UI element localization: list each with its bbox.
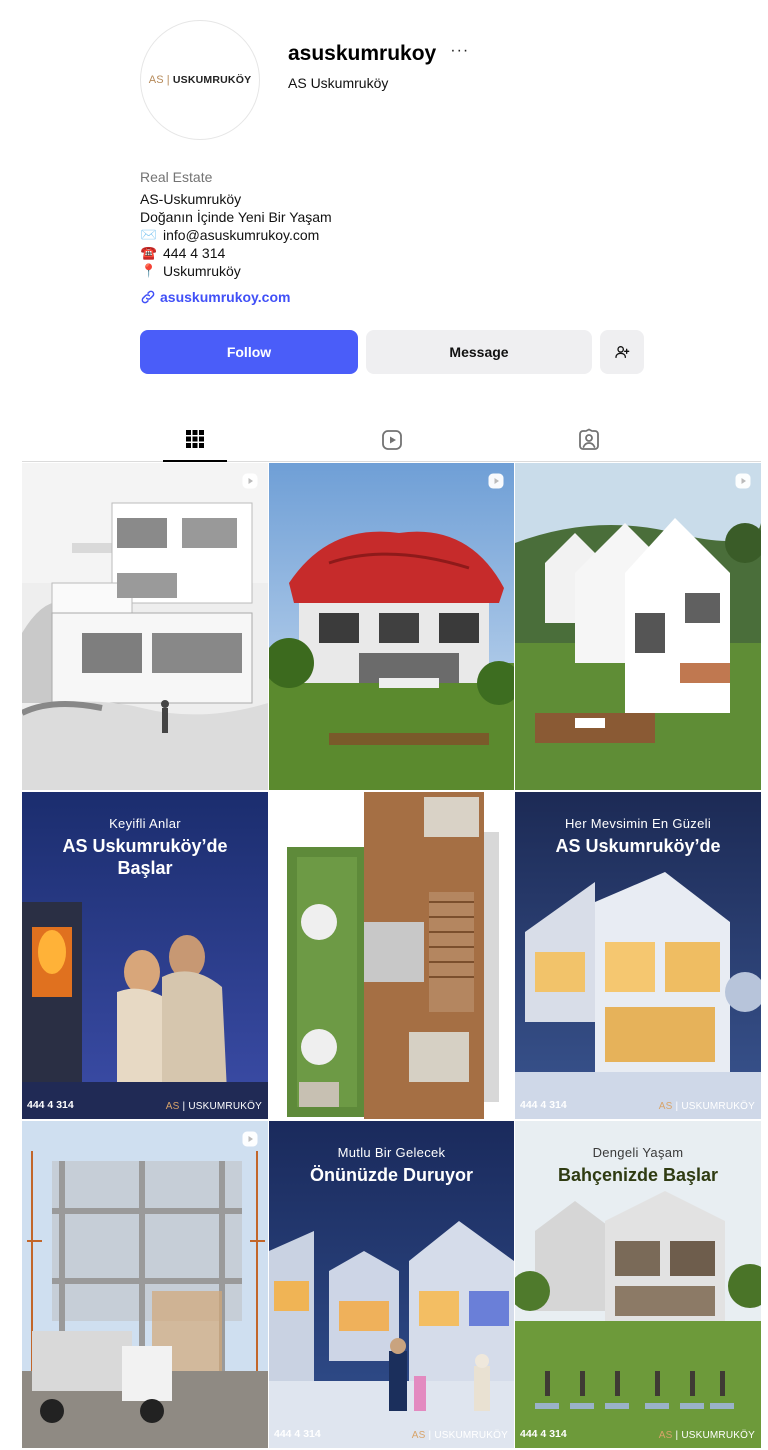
- caption-small: Dengeli Yaşam: [592, 1145, 684, 1160]
- reels-icon: [382, 430, 402, 450]
- envelope-icon: ✉️: [140, 227, 158, 242]
- brand-name: USKUMRUKÖY: [681, 1430, 755, 1441]
- post-grid: Keyifli Anlar AS Uskumruköy’de Başlar 44…: [22, 463, 761, 1448]
- brand-as: AS: [658, 1101, 673, 1112]
- add-person-icon: [615, 346, 630, 358]
- tab-reels[interactable]: [360, 418, 424, 462]
- brand-logo: AS | USKUMRUKÖY: [149, 74, 252, 86]
- message-button[interactable]: Message: [366, 330, 592, 374]
- full-name: AS Uskumruköy: [288, 75, 389, 91]
- bio-location: Uskumruköy: [163, 263, 241, 279]
- brand-as: AS: [165, 1101, 180, 1112]
- bio-website-link[interactable]: asuskumrukoy.com: [140, 288, 332, 306]
- post-brand: AS | USKUMRUKÖY: [658, 1101, 755, 1112]
- brand-as: AS: [658, 1430, 673, 1441]
- post-tile[interactable]: [269, 463, 514, 790]
- brand-as: AS: [411, 1430, 426, 1441]
- logo-name-text: USKUMRUKÖY: [172, 74, 252, 86]
- tab-posts[interactable]: [163, 418, 227, 462]
- post-image: [269, 463, 514, 790]
- post-tile[interactable]: [515, 463, 761, 790]
- username-row: asuskumrukoy ···: [288, 42, 469, 66]
- bio-email: info@asuskumrukoy.com: [163, 227, 320, 243]
- grid-icon: [186, 430, 204, 448]
- caption-title: AS Uskumruköy’de: [555, 836, 721, 856]
- logo-divider: |: [166, 74, 170, 86]
- bio-line-text: Doğanın İçinde Yeni Bir Yaşam: [140, 209, 332, 225]
- post-caption: Dengeli Yaşam Bahçenizde Başlar: [515, 1145, 761, 1186]
- bio-phone-line: ☎️ 444 4 314: [140, 244, 332, 262]
- reel-badge-icon: [488, 473, 504, 489]
- post-tile[interactable]: [269, 792, 514, 1119]
- post-brand: AS | USKUMRUKÖY: [658, 1430, 755, 1441]
- bio-line: Doğanın İçinde Yeni Bir Yaşam: [140, 208, 332, 226]
- post-phone: 444 4 314: [520, 1099, 567, 1111]
- post-caption: Mutlu Bir Gelecek Önünüzde Duruyor: [269, 1145, 514, 1186]
- more-options-icon[interactable]: ···: [450, 42, 469, 60]
- logo-as-text: AS: [148, 74, 164, 86]
- post-image: [22, 1121, 268, 1448]
- bio-line: AS-Uskumruköy: [140, 190, 332, 208]
- bio-category: Real Estate: [140, 169, 213, 185]
- profile-avatar[interactable]: AS | USKUMRUKÖY: [140, 20, 260, 140]
- telephone-icon: ☎️: [140, 245, 158, 260]
- reel-badge-icon: [242, 473, 258, 489]
- brand-name: USKUMRUKÖY: [434, 1430, 508, 1441]
- suggest-people-button[interactable]: [600, 330, 644, 374]
- caption-title: AS Uskumruköy’de: [62, 836, 228, 856]
- link-icon: [141, 290, 155, 304]
- reel-badge-icon: [242, 1131, 258, 1147]
- post-tile[interactable]: [22, 1121, 268, 1448]
- post-tile[interactable]: Mutlu Bir Gelecek Önünüzde Duruyor 444 4…: [269, 1121, 514, 1448]
- post-tile[interactable]: Keyifli Anlar AS Uskumruköy’de Başlar 44…: [22, 792, 268, 1119]
- bio-line-text: AS-Uskumruköy: [140, 191, 242, 207]
- post-tile[interactable]: Her Mevsimin En Güzeli AS Uskumruköy’de …: [515, 792, 761, 1119]
- post-phone: 444 4 314: [520, 1428, 567, 1440]
- bio-website-text: asuskumrukoy.com: [160, 289, 291, 305]
- tagged-icon: [579, 428, 599, 450]
- reel-badge-icon: [735, 473, 751, 489]
- post-image: [269, 792, 514, 1119]
- tab-tagged[interactable]: [557, 418, 621, 462]
- profile-tabs: [22, 418, 761, 462]
- bio-phone: 444 4 314: [163, 245, 226, 261]
- post-phone: 444 4 314: [27, 1099, 74, 1111]
- post-caption: Keyifli Anlar AS Uskumruköy’de Başlar: [22, 816, 268, 879]
- post-image: [22, 463, 268, 790]
- caption-title-2: Başlar: [117, 858, 173, 878]
- post-tile[interactable]: Dengeli Yaşam Bahçenizde Başlar 444 4 31…: [515, 1121, 761, 1448]
- caption-small: Keyifli Anlar: [109, 816, 181, 831]
- post-tile[interactable]: [22, 463, 268, 790]
- brand-name: USKUMRUKÖY: [188, 1101, 262, 1112]
- post-phone: 444 4 314: [274, 1428, 321, 1440]
- bio-location-line: 📍 Uskumruköy: [140, 262, 332, 280]
- brand-name: USKUMRUKÖY: [681, 1101, 755, 1112]
- caption-small: Her Mevsimin En Güzeli: [564, 816, 712, 831]
- pin-icon: 📍: [140, 263, 158, 278]
- bio-email-line: ✉️ info@asuskumrukoy.com: [140, 226, 332, 244]
- caption-title: Önünüzde Duruyor: [310, 1165, 473, 1185]
- post-brand: AS | USKUMRUKÖY: [165, 1101, 262, 1112]
- caption-title: Bahçenizde Başlar: [557, 1165, 719, 1185]
- follow-button[interactable]: Follow: [140, 330, 358, 374]
- post-brand: AS | USKUMRUKÖY: [411, 1430, 508, 1441]
- post-caption: Her Mevsimin En Güzeli AS Uskumruköy’de: [515, 816, 761, 857]
- caption-small: Mutlu Bir Gelecek: [337, 1145, 446, 1160]
- bio: Real Estate AS-Uskumruköy Doğanın İçinde…: [140, 168, 332, 306]
- post-image: [515, 463, 761, 790]
- username: asuskumrukoy: [288, 42, 437, 65]
